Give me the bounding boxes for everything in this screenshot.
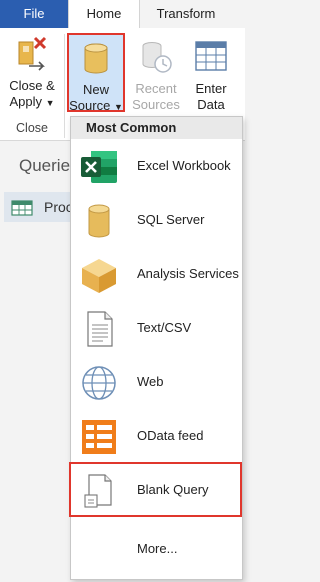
excel-icon bbox=[81, 151, 117, 183]
database-icon bbox=[84, 43, 108, 74]
ribbon-group-separator bbox=[64, 34, 65, 138]
dropdown-header: Most Common bbox=[71, 117, 242, 139]
menu-item-web[interactable]: Web bbox=[71, 355, 242, 409]
menu-item-label: Excel Workbook bbox=[137, 158, 231, 173]
blank-query-icon bbox=[84, 474, 112, 508]
menu-item-excel-workbook[interactable]: Excel Workbook bbox=[71, 139, 242, 193]
tab-home[interactable]: Home bbox=[68, 0, 140, 28]
menu-item-sql-server[interactable]: SQL Server bbox=[71, 193, 242, 247]
menu-item-label: Web bbox=[137, 374, 164, 389]
enter-data-label-2: Data bbox=[197, 97, 225, 112]
odata-icon bbox=[82, 420, 116, 454]
menu-item-label: OData feed bbox=[137, 428, 204, 443]
queries-pane-title: Querie bbox=[19, 156, 71, 175]
close-apply-label-2-text: Apply bbox=[9, 94, 42, 109]
query-item-label: Proc bbox=[44, 199, 73, 215]
text-file-icon bbox=[87, 311, 113, 347]
tab-transform[interactable]: Transform bbox=[138, 0, 234, 28]
analysis-cube-icon bbox=[82, 259, 116, 293]
recent-sources-icon bbox=[142, 42, 172, 73]
globe-icon bbox=[82, 366, 116, 400]
menu-item-blank-query[interactable]: Blank Query bbox=[69, 462, 242, 517]
menu-item-analysis-services[interactable]: Analysis Services bbox=[71, 247, 242, 301]
menu-item-label: SQL Server bbox=[137, 212, 205, 227]
menu-item-label: Blank Query bbox=[137, 482, 209, 497]
menu-item-label: Analysis Services bbox=[137, 266, 239, 281]
new-source-button[interactable]: New Source ▼ bbox=[67, 42, 125, 115]
more-sources-link[interactable]: More... bbox=[137, 541, 177, 556]
enter-data-button[interactable]: Enter Data bbox=[188, 40, 234, 113]
new-source-label-2-text: Source bbox=[69, 98, 111, 113]
database-icon bbox=[88, 204, 110, 238]
enter-data-label-1: Enter bbox=[195, 81, 227, 96]
recent-sources-label-2-text: Sources bbox=[132, 97, 180, 112]
dropdown-caret-icon: ▼ bbox=[45, 98, 55, 108]
menu-item-text-csv[interactable]: Text/CSV bbox=[71, 301, 242, 355]
table-grid-icon bbox=[195, 41, 227, 71]
query-list-item[interactable]: Proc bbox=[4, 192, 74, 222]
ribbon-tab-bar: File Home Transform bbox=[0, 0, 245, 28]
new-source-dropdown: Most Common Excel Workbook SQL Server An… bbox=[69, 116, 243, 580]
ribbon-group-close-label: Close bbox=[16, 121, 48, 135]
new-source-label-1: New bbox=[82, 82, 109, 97]
close-apply-icon bbox=[18, 36, 47, 71]
new-source-label-2: Source ▼ bbox=[67, 98, 125, 115]
close-apply-label-2: Apply ▼ bbox=[2, 94, 62, 111]
menu-item-label: Text/CSV bbox=[137, 320, 192, 335]
close-apply-button[interactable]: Close & Apply ▼ bbox=[2, 32, 62, 111]
close-apply-label-1: Close & bbox=[9, 78, 55, 93]
table-icon bbox=[11, 200, 33, 216]
menu-item-odata-feed[interactable]: OData feed bbox=[71, 409, 242, 463]
recent-sources-label-1: Recent bbox=[135, 81, 177, 96]
dropdown-caret-icon: ▼ bbox=[113, 102, 123, 112]
tab-file[interactable]: File bbox=[0, 0, 68, 28]
